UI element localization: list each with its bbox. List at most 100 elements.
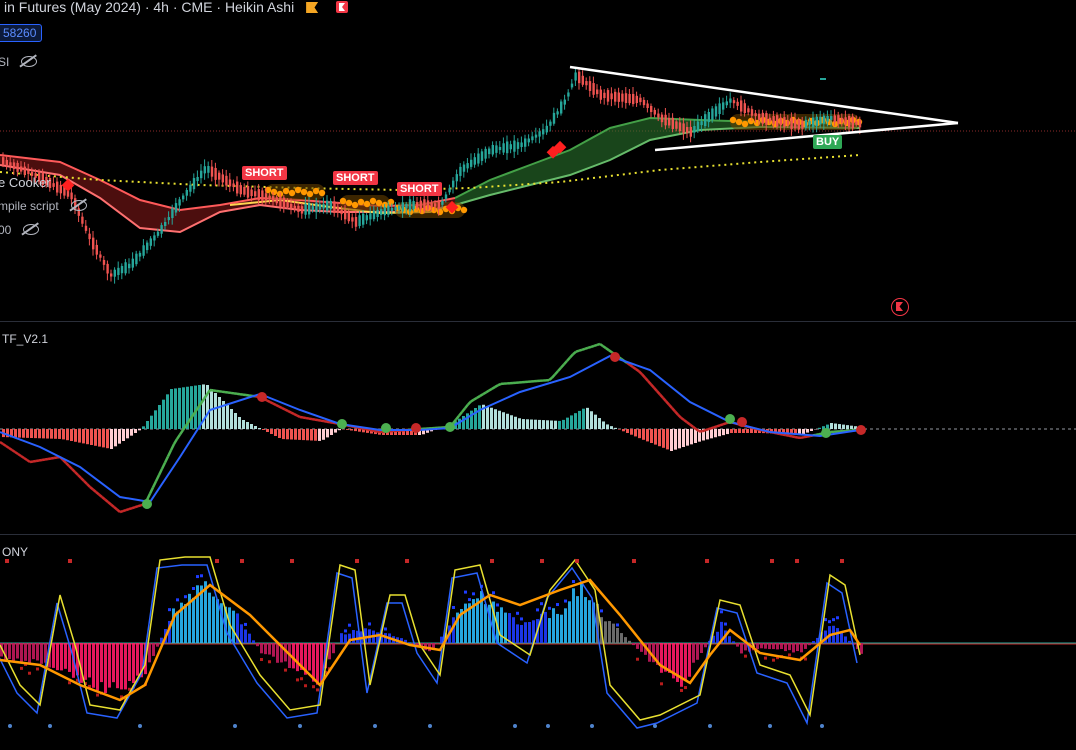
macd-line-segment xyxy=(482,391,487,396)
macd-line-segment xyxy=(178,429,185,436)
indicator-row-1[interactable]: SI xyxy=(0,55,38,69)
oscillator-pane-label[interactable]: ONY xyxy=(2,545,28,559)
candle-body xyxy=(376,209,379,218)
flag-icon[interactable] xyxy=(306,2,319,13)
candle-body xyxy=(95,244,98,255)
osc-bar xyxy=(836,628,839,643)
candle-body xyxy=(794,119,797,129)
candle-body xyxy=(484,148,487,159)
bottom-dot-marker xyxy=(708,724,712,728)
osc-scatter xyxy=(192,586,195,590)
symbol-title[interactable]: in Futures (May 2024) · 4h · CME · Heiki… xyxy=(4,0,348,15)
bottom-dot-marker xyxy=(653,724,657,728)
histogram-bar xyxy=(730,429,733,433)
histogram-bar xyxy=(326,429,329,438)
eye-hidden-icon[interactable] xyxy=(21,56,38,67)
osc-bar xyxy=(244,629,247,643)
replay-hourglass-icon[interactable] xyxy=(891,298,909,316)
hourglass-icon[interactable] xyxy=(336,1,348,13)
candle-body xyxy=(56,181,59,193)
histogram-bar xyxy=(294,429,297,440)
osc-scatter xyxy=(764,656,767,660)
macd-line-segment xyxy=(470,398,475,403)
osc-bar xyxy=(764,643,767,649)
osc-scatter xyxy=(296,678,299,682)
candle-body xyxy=(261,190,264,201)
candle-body xyxy=(520,142,523,148)
histogram-bar xyxy=(146,421,149,429)
macd-line-segment xyxy=(163,455,170,464)
candle-body xyxy=(614,91,617,102)
candle-body xyxy=(200,170,203,179)
macd-line-segment xyxy=(320,419,325,423)
candle-body xyxy=(527,138,530,143)
price-chart[interactable] xyxy=(0,0,1076,321)
histogram-bar xyxy=(102,429,105,448)
candle-body xyxy=(606,90,610,102)
osc-scatter xyxy=(200,574,203,578)
eye-hidden-icon[interactable] xyxy=(23,224,40,235)
macd-line-segment xyxy=(32,459,37,463)
histogram-bar xyxy=(214,393,217,429)
macd-line-segment xyxy=(779,432,784,436)
macd-line-segment xyxy=(23,456,28,462)
indicator-row-3[interactable]: mpile script xyxy=(0,199,87,213)
oscillator-pane[interactable]: ONY xyxy=(0,535,1076,750)
cross-dot xyxy=(856,425,866,435)
candle-body xyxy=(344,209,347,220)
osc-scatter xyxy=(176,598,179,602)
histogram-bar xyxy=(570,415,573,429)
oscillator-chart[interactable] xyxy=(0,535,1076,750)
candle-body xyxy=(855,121,858,125)
candle-body xyxy=(171,208,174,219)
candle-body xyxy=(675,121,678,129)
macd-line-segment xyxy=(2,442,7,448)
histogram-bar xyxy=(302,429,305,441)
osc-bar xyxy=(176,611,179,643)
macd-line-segment xyxy=(653,386,658,392)
indicator-label: SI xyxy=(0,55,10,69)
candle-body xyxy=(275,197,278,204)
histogram-bar xyxy=(686,429,689,446)
candle-body xyxy=(164,222,167,226)
macd-line-segment xyxy=(668,403,673,409)
macd-pane[interactable]: TF_V2.1 xyxy=(0,322,1076,534)
price-badge[interactable]: 58260 xyxy=(0,24,43,42)
indicator-row-4[interactable]: 00 xyxy=(0,223,40,237)
macd-chart[interactable] xyxy=(0,322,1076,534)
macd-pane-label[interactable]: TF_V2.1 xyxy=(2,332,48,346)
osc-scatter xyxy=(284,668,287,672)
macd-line-segment xyxy=(172,438,179,445)
histogram-bar xyxy=(534,419,537,429)
histogram-bar xyxy=(150,415,153,429)
osc-bar xyxy=(508,613,511,643)
macd-line-segment xyxy=(311,417,316,421)
osc-scatter xyxy=(492,591,495,595)
candle-body xyxy=(2,157,5,165)
histogram-bar xyxy=(358,429,361,432)
indicator-label: e Cooker xyxy=(0,175,51,190)
macd-line-segment xyxy=(314,418,319,422)
macd-line-segment xyxy=(26,458,31,464)
bottom-dot-marker xyxy=(546,724,550,728)
candle-body xyxy=(225,175,228,186)
cross-dot xyxy=(257,392,267,402)
candle-body xyxy=(657,113,660,118)
macd-line-segment xyxy=(461,407,466,413)
histogram-bar xyxy=(310,429,313,441)
candle-body xyxy=(509,144,512,150)
indicator-row-2[interactable]: e Cooker xyxy=(0,175,51,190)
candle-body xyxy=(441,200,444,205)
macd-line-segment xyxy=(154,474,161,482)
candle-body xyxy=(682,123,685,134)
histogram-bar xyxy=(190,386,193,429)
eye-hidden-icon[interactable] xyxy=(70,200,87,211)
histogram-bar xyxy=(250,424,253,429)
candle-body xyxy=(113,269,116,277)
candle-body xyxy=(106,263,109,274)
candle-body xyxy=(462,164,466,172)
price-pane[interactable]: in Futures (May 2024) · 4h · CME · Heiki… xyxy=(0,0,1076,321)
macd-line-segment xyxy=(157,468,164,476)
candle-body xyxy=(826,116,829,122)
osc-scatter xyxy=(600,609,603,613)
